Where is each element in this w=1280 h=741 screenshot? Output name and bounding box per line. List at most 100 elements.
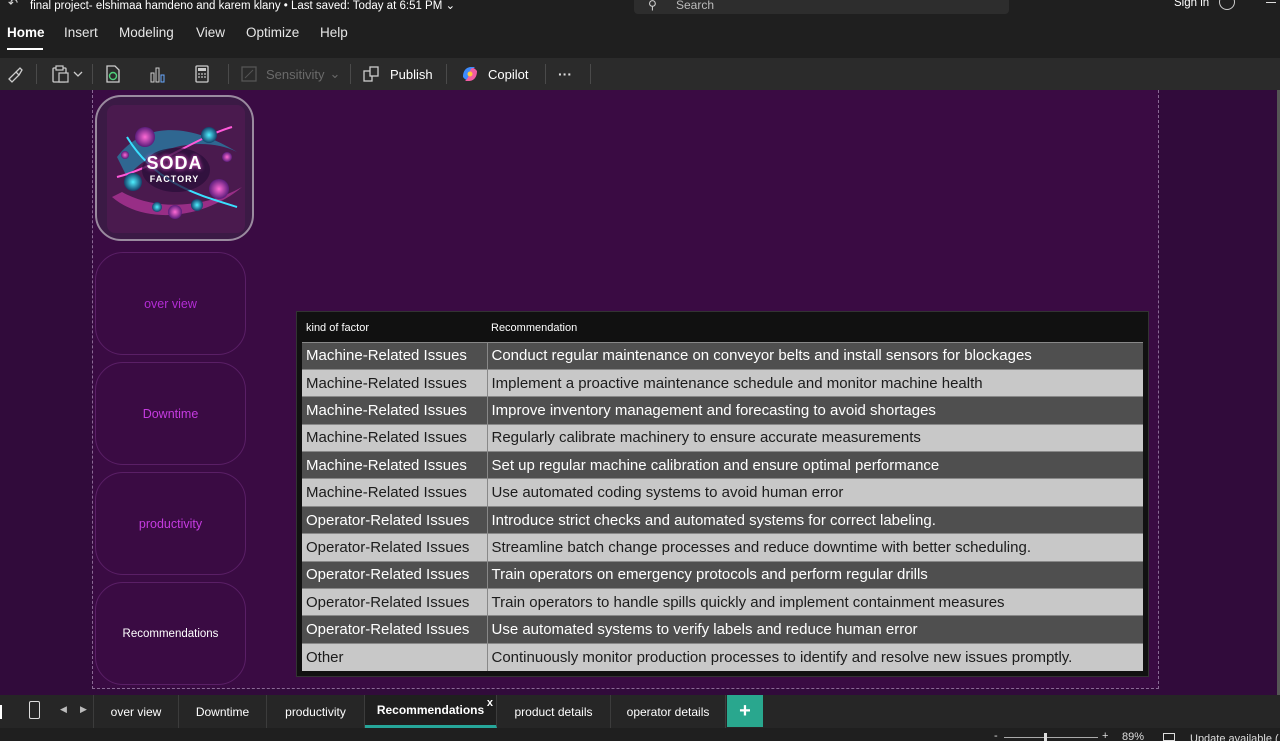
tab-downtime[interactable]: Downtime <box>179 695 267 728</box>
menu-insert[interactable]: Insert <box>64 25 98 40</box>
logo-text-line1: SODA <box>146 153 203 173</box>
menu-bar: Home Insert Modeling View Optimize Help <box>0 14 1280 52</box>
menu-optimize[interactable]: Optimize <box>246 25 299 40</box>
copilot-button[interactable]: Copilot <box>460 65 528 83</box>
back-arrow-icon[interactable]: ↶ <box>8 0 18 10</box>
nav-label: Recommendations <box>122 627 219 640</box>
tab-scroll-left-icon[interactable]: ◀ <box>60 704 67 715</box>
menu-home[interactable]: Home <box>7 25 45 40</box>
zoom-in-icon[interactable]: + <box>1102 730 1108 741</box>
table-row[interactable]: Machine-Related Issues Conduct regular ma… <box>302 341 1143 370</box>
tab-productivity[interactable]: productivity <box>267 695 365 728</box>
table-header-row: kind of factor Recommendation <box>302 315 1143 342</box>
zoom-slider-track[interactable] <box>1004 737 1098 738</box>
ribbon-toolbar: Sensitivity ⌄ Publish Copilot ··· <box>0 58 1280 90</box>
tab-product-details[interactable]: product details <box>497 695 611 728</box>
close-tab-icon[interactable]: x <box>487 697 493 709</box>
tab-bar-edge <box>0 705 2 719</box>
cell-recommendation: Improve inventory management and forecas… <box>487 396 1143 425</box>
zoom-level: 89% <box>1122 731 1145 741</box>
ribbon-separator <box>545 64 546 84</box>
table-row[interactable]: Operator-Related Issues Train operators o… <box>302 560 1143 589</box>
search-placeholder: Search <box>676 0 715 12</box>
ribbon-separator <box>36 64 37 84</box>
table-row[interactable]: Other Continuously monitor production pro… <box>302 642 1143 671</box>
cell-kind-of-factor: Machine-Related Issues <box>302 341 488 370</box>
calculator-icon[interactable] <box>194 65 210 83</box>
cell-kind-of-factor: Operator-Related Issues <box>302 560 488 589</box>
active-menu-indicator <box>7 48 43 50</box>
status-bar: - + 89% Update available ( <box>0 728 1280 741</box>
ribbon-separator <box>92 64 93 84</box>
table-row[interactable]: Operator-Related Issues Use automated sys… <box>302 615 1143 644</box>
recommendations-table: kind of factor Recommendation Machine-Re… <box>302 315 1143 671</box>
tab-label: product details <box>514 704 593 719</box>
user-avatar-icon[interactable] <box>1219 0 1235 10</box>
sign-in-link[interactable]: Sign in <box>1174 0 1209 9</box>
cell-recommendation: Set up regular machine calibration and e… <box>487 451 1143 479</box>
cell-kind-of-factor: Operator-Related Issues <box>302 615 488 644</box>
menu-modeling[interactable]: Modeling <box>119 25 174 40</box>
table-row[interactable]: Machine-Related Issues Use automated codi… <box>302 478 1143 507</box>
cell-recommendation: Train operators on emergency protocols a… <box>487 560 1143 589</box>
tab-scroll-right-icon[interactable]: ▶ <box>80 704 87 715</box>
ribbon-separator <box>446 64 447 84</box>
tab-label: over view <box>110 704 162 719</box>
fit-to-page-icon[interactable] <box>1163 733 1175 741</box>
cell-kind-of-factor: Machine-Related Issues <box>302 451 488 479</box>
nav-button-overview[interactable]: over view <box>95 252 246 355</box>
cell-recommendation: Implement a proactive maintenance schedu… <box>487 368 1143 397</box>
new-visual-icon[interactable] <box>149 65 167 83</box>
table-row[interactable]: Machine-Related Issues Set up regular mac… <box>302 451 1143 479</box>
cell-recommendation: Use automated coding systems to avoid hu… <box>487 478 1143 507</box>
table-row[interactable]: Operator-Related Issues Train operators t… <box>302 588 1143 616</box>
cell-kind-of-factor: Operator-Related Issues <box>302 588 488 616</box>
search-box[interactable]: ⚲ Search <box>634 0 1009 14</box>
search-icon: ⚲ <box>648 0 657 12</box>
publish-button[interactable]: Publish <box>362 65 433 83</box>
logo-text-line2: FACTORY <box>149 174 200 184</box>
menu-view[interactable]: View <box>196 25 225 40</box>
mobile-layout-icon[interactable] <box>29 701 40 719</box>
format-painter-icon[interactable] <box>6 65 24 83</box>
soda-factory-logo: SODA FACTORY <box>95 95 254 241</box>
window-title: final project- elshimaa hamdeno and kare… <box>30 0 456 12</box>
table-row[interactable]: Machine-Related Issues Regularly calibrat… <box>302 423 1143 452</box>
tab-label: productivity <box>285 704 346 719</box>
nav-button-productivity[interactable]: productivity <box>95 472 246 575</box>
ribbon-separator <box>590 64 591 84</box>
table-row[interactable]: Operator-Related Issues Streamline batch … <box>302 533 1143 562</box>
title-bar: ↶ final project- elshimaa hamdeno and ka… <box>0 0 1280 14</box>
sensitivity-button[interactable]: Sensitivity ⌄ <box>240 65 340 83</box>
cell-recommendation: Train operators to handle spills quickly… <box>487 588 1143 616</box>
table-row[interactable]: Machine-Related Issues Implement a proact… <box>302 368 1143 397</box>
nav-button-downtime[interactable]: Downtime <box>95 362 246 465</box>
more-options-icon[interactable]: ··· <box>558 65 572 83</box>
zoom-slider-thumb[interactable] <box>1044 733 1047 741</box>
column-header-recommendation[interactable]: Recommendation <box>487 315 1143 342</box>
paste-icon[interactable] <box>51 65 85 83</box>
update-available-link[interactable]: Update available ( <box>1190 733 1279 741</box>
tab-over-view[interactable]: over view <box>93 695 179 728</box>
cell-kind-of-factor: Operator-Related Issues <box>302 533 488 562</box>
table-row[interactable]: Machine-Related Issues Improve inventory … <box>302 396 1143 425</box>
refresh-data-icon[interactable] <box>104 65 122 83</box>
copilot-icon <box>463 67 477 81</box>
nav-button-recommendations[interactable]: Recommendations <box>95 582 246 685</box>
menu-help[interactable]: Help <box>320 25 348 40</box>
tab-operator-details[interactable]: operator details <box>611 695 726 728</box>
cell-kind-of-factor: Machine-Related Issues <box>302 368 488 397</box>
tab-label: Downtime <box>195 704 250 719</box>
zoom-out-icon[interactable]: - <box>994 730 998 741</box>
table-body: Machine-Related Issues Conduct regular ma… <box>302 341 1143 671</box>
table-row[interactable]: Operator-Related Issues Introduce strict … <box>302 505 1143 534</box>
tab-label: Recommendations <box>376 703 485 717</box>
recommendations-table-visual[interactable]: kind of factor Recommendation Machine-Re… <box>296 311 1149 677</box>
chevron-down-icon[interactable]: ⌄ <box>446 0 456 12</box>
add-page-button[interactable]: + <box>727 695 763 727</box>
minimize-icon[interactable] <box>1266 2 1276 3</box>
page-tabs-bar: ◀ ▶ over view Downtime productivity Reco… <box>0 695 1280 728</box>
column-header-kind-of-factor[interactable]: kind of factor <box>302 315 487 342</box>
cell-recommendation: Use automated systems to verify labels a… <box>487 615 1143 644</box>
tab-recommendations[interactable]: Recommendations x <box>365 695 497 728</box>
